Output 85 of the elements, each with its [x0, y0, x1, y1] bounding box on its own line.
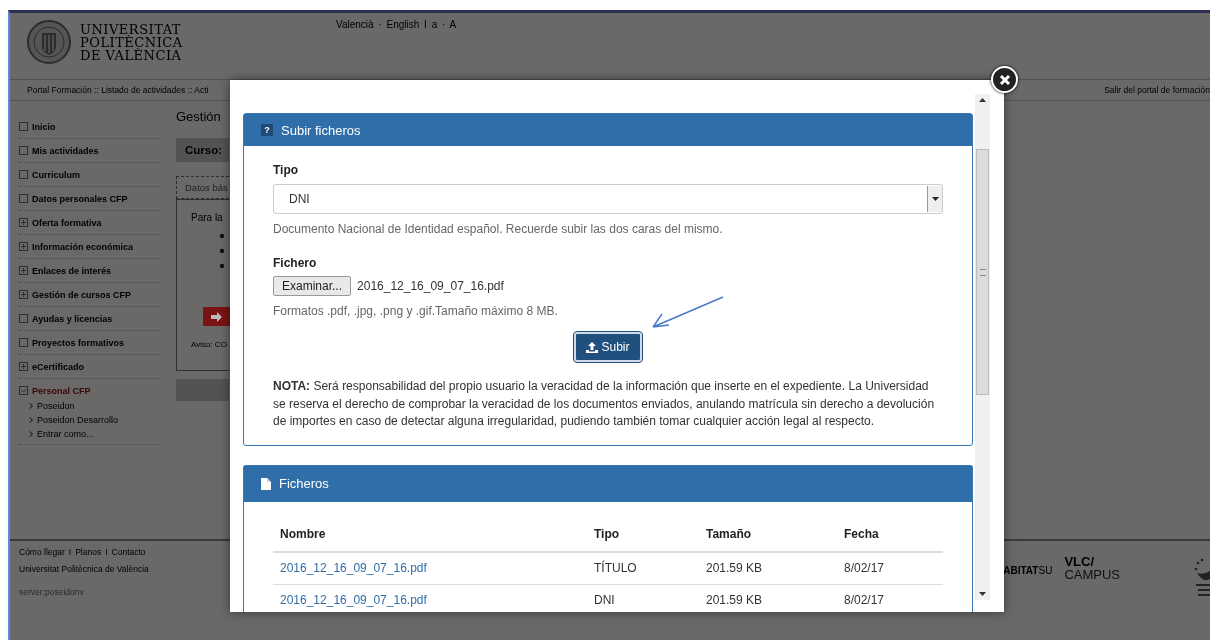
- expand-icon[interactable]: [19, 362, 28, 371]
- sidebar-item[interactable]: Gestión de cursos CFP: [32, 289, 132, 300]
- scrollbar[interactable]: [975, 94, 990, 600]
- sidebar-item[interactable]: Oferta formativa: [32, 217, 102, 228]
- breadcrumb[interactable]: Portal Formación :: Listado de actividades :: Acti: [27, 85, 209, 95]
- expand-icon[interactable]: [19, 218, 28, 227]
- square-icon: [19, 170, 28, 179]
- file-link[interactable]: 2016_12_16_09_07_16.pdf: [280, 593, 594, 607]
- bullet-list-drawing: [219, 233, 225, 269]
- logout-link[interactable]: Salir del portal de formación: [1104, 85, 1210, 95]
- table-cell-text: 8/02/17: [844, 561, 886, 575]
- partner-logo: ABITATSU: [1002, 565, 1053, 576]
- scroll-down-icon[interactable]: [979, 592, 986, 596]
- column-header: Nombre: [280, 527, 327, 541]
- expand-icon[interactable]: [19, 290, 28, 299]
- collapse-icon[interactable]: [19, 386, 28, 395]
- sidebar-item[interactable]: Inicio: [32, 121, 56, 132]
- chevron-icon: [29, 417, 33, 423]
- university-name: DE VALÈNCIA: [80, 48, 183, 62]
- expand-icon[interactable]: [19, 242, 28, 251]
- footer-link[interactable]: Planos: [75, 547, 102, 557]
- sidebar-subitem[interactable]: Entrar como...: [37, 429, 94, 439]
- chevron-icon: [29, 431, 33, 437]
- square-icon: [19, 314, 28, 323]
- sidebar-item[interactable]: Ayudas y licencias: [32, 313, 113, 324]
- file-name: 2016_12_16_09_07_16.pdf: [357, 279, 504, 293]
- help-text: Formatos .pdf, .jpg, .png y .gif.Tamaño máximo 8 MB.: [273, 304, 559, 318]
- chevron-icon: [29, 403, 33, 409]
- browse-button[interactable]: Examinar...: [273, 276, 352, 296]
- upload-icon: [586, 341, 599, 353]
- sidebar-item[interactable]: Proyectos formativos: [32, 337, 125, 348]
- enter-button[interactable]: [203, 307, 231, 326]
- field-label: Fichero: [273, 256, 318, 270]
- sidebar-item[interactable]: Información económica: [32, 241, 134, 252]
- column-header: Tipo: [594, 527, 621, 541]
- page-title: Gestión: [176, 109, 222, 124]
- university-name: UNIVERSITAT: [80, 22, 181, 36]
- sidebar-subitem[interactable]: Poseidon Desarrollo: [37, 415, 119, 425]
- sidebar-item[interactable]: Enlaces de interés: [32, 265, 112, 276]
- sidebar-item[interactable]: Datos personales CFP: [32, 193, 128, 204]
- sidebar-item[interactable]: Mis actividades: [32, 145, 99, 156]
- square-icon: [19, 194, 28, 203]
- square-icon: [19, 338, 28, 347]
- table-cell-text: TÍTULO: [594, 561, 638, 575]
- column-header: Fecha: [844, 527, 880, 541]
- footer-link[interactable]: Cómo llegar: [19, 547, 65, 557]
- course-label: Curso:: [185, 144, 223, 156]
- tab[interactable]: Datos bás: [176, 176, 229, 199]
- table-cell-text: DNI: [594, 593, 616, 607]
- language-links[interactable]: Valencià · English I a · A: [336, 19, 457, 30]
- help-text: Documento Nacional de Identidad español. Recuerde subir las dos caras del mismo.: [273, 222, 724, 236]
- link-separator: I: [105, 547, 108, 557]
- university-text: Universitat Politècnica de València: [19, 564, 149, 574]
- table-cell-text: 201.59 KB: [706, 593, 764, 607]
- campus-logo: VLC/ CAMPUS: [1064, 555, 1120, 581]
- panel-title: Subir ficheros: [281, 122, 361, 138]
- field-label: Tipo: [273, 163, 300, 177]
- intro-text: Para la: [191, 212, 224, 223]
- sidebar-item[interactable]: eCertificado: [32, 361, 84, 372]
- document-icon: [261, 477, 271, 490]
- type-select[interactable]: DNI: [273, 184, 943, 214]
- table-cell-text: 8/02/17: [844, 593, 886, 607]
- square-icon: [19, 122, 28, 131]
- help-icon: ?: [261, 124, 273, 136]
- upload-button[interactable]: Subir: [574, 332, 642, 362]
- server-text: server:poseidonv: [19, 587, 85, 597]
- sidebar-item[interactable]: Personal CFP: [32, 385, 91, 396]
- note-text: NOTA: Será responsabilidad del propio usuario la veracidad de la información que inserte en el expediente. La Universidad se reserva el derecho de comprobar la veracidad de los documentos enviados, anulando matrícula sin derecho a devolución de importes en caso de detectar alguna irregularidad, pudiendo también tomar cualquier acción legal al respecto.: [273, 378, 936, 430]
- file-link[interactable]: 2016_12_16_09_07_16.pdf: [280, 561, 594, 575]
- sidebar-item[interactable]: Curriculum: [32, 169, 80, 180]
- footer-bar: [176, 379, 229, 401]
- square-icon: [19, 146, 28, 155]
- column-header: Tamaño: [706, 527, 753, 541]
- table-cell-text: 201.59 KB: [706, 561, 764, 575]
- panel-title: Ficheros: [279, 476, 329, 491]
- university-seal-icon: [26, 19, 72, 65]
- scroll-thumb[interactable]: [976, 149, 989, 395]
- footer-link[interactable]: Contacto: [111, 547, 146, 557]
- notice-text: Aviso: CO: [191, 340, 228, 349]
- scroll-up-icon[interactable]: [979, 98, 986, 102]
- caret-icon: [931, 197, 939, 201]
- sidebar-subitem[interactable]: Poseidon: [37, 401, 75, 411]
- enter-icon: [210, 310, 224, 323]
- university-name: POLITÈCNICA: [80, 35, 183, 49]
- expand-icon[interactable]: [19, 266, 28, 275]
